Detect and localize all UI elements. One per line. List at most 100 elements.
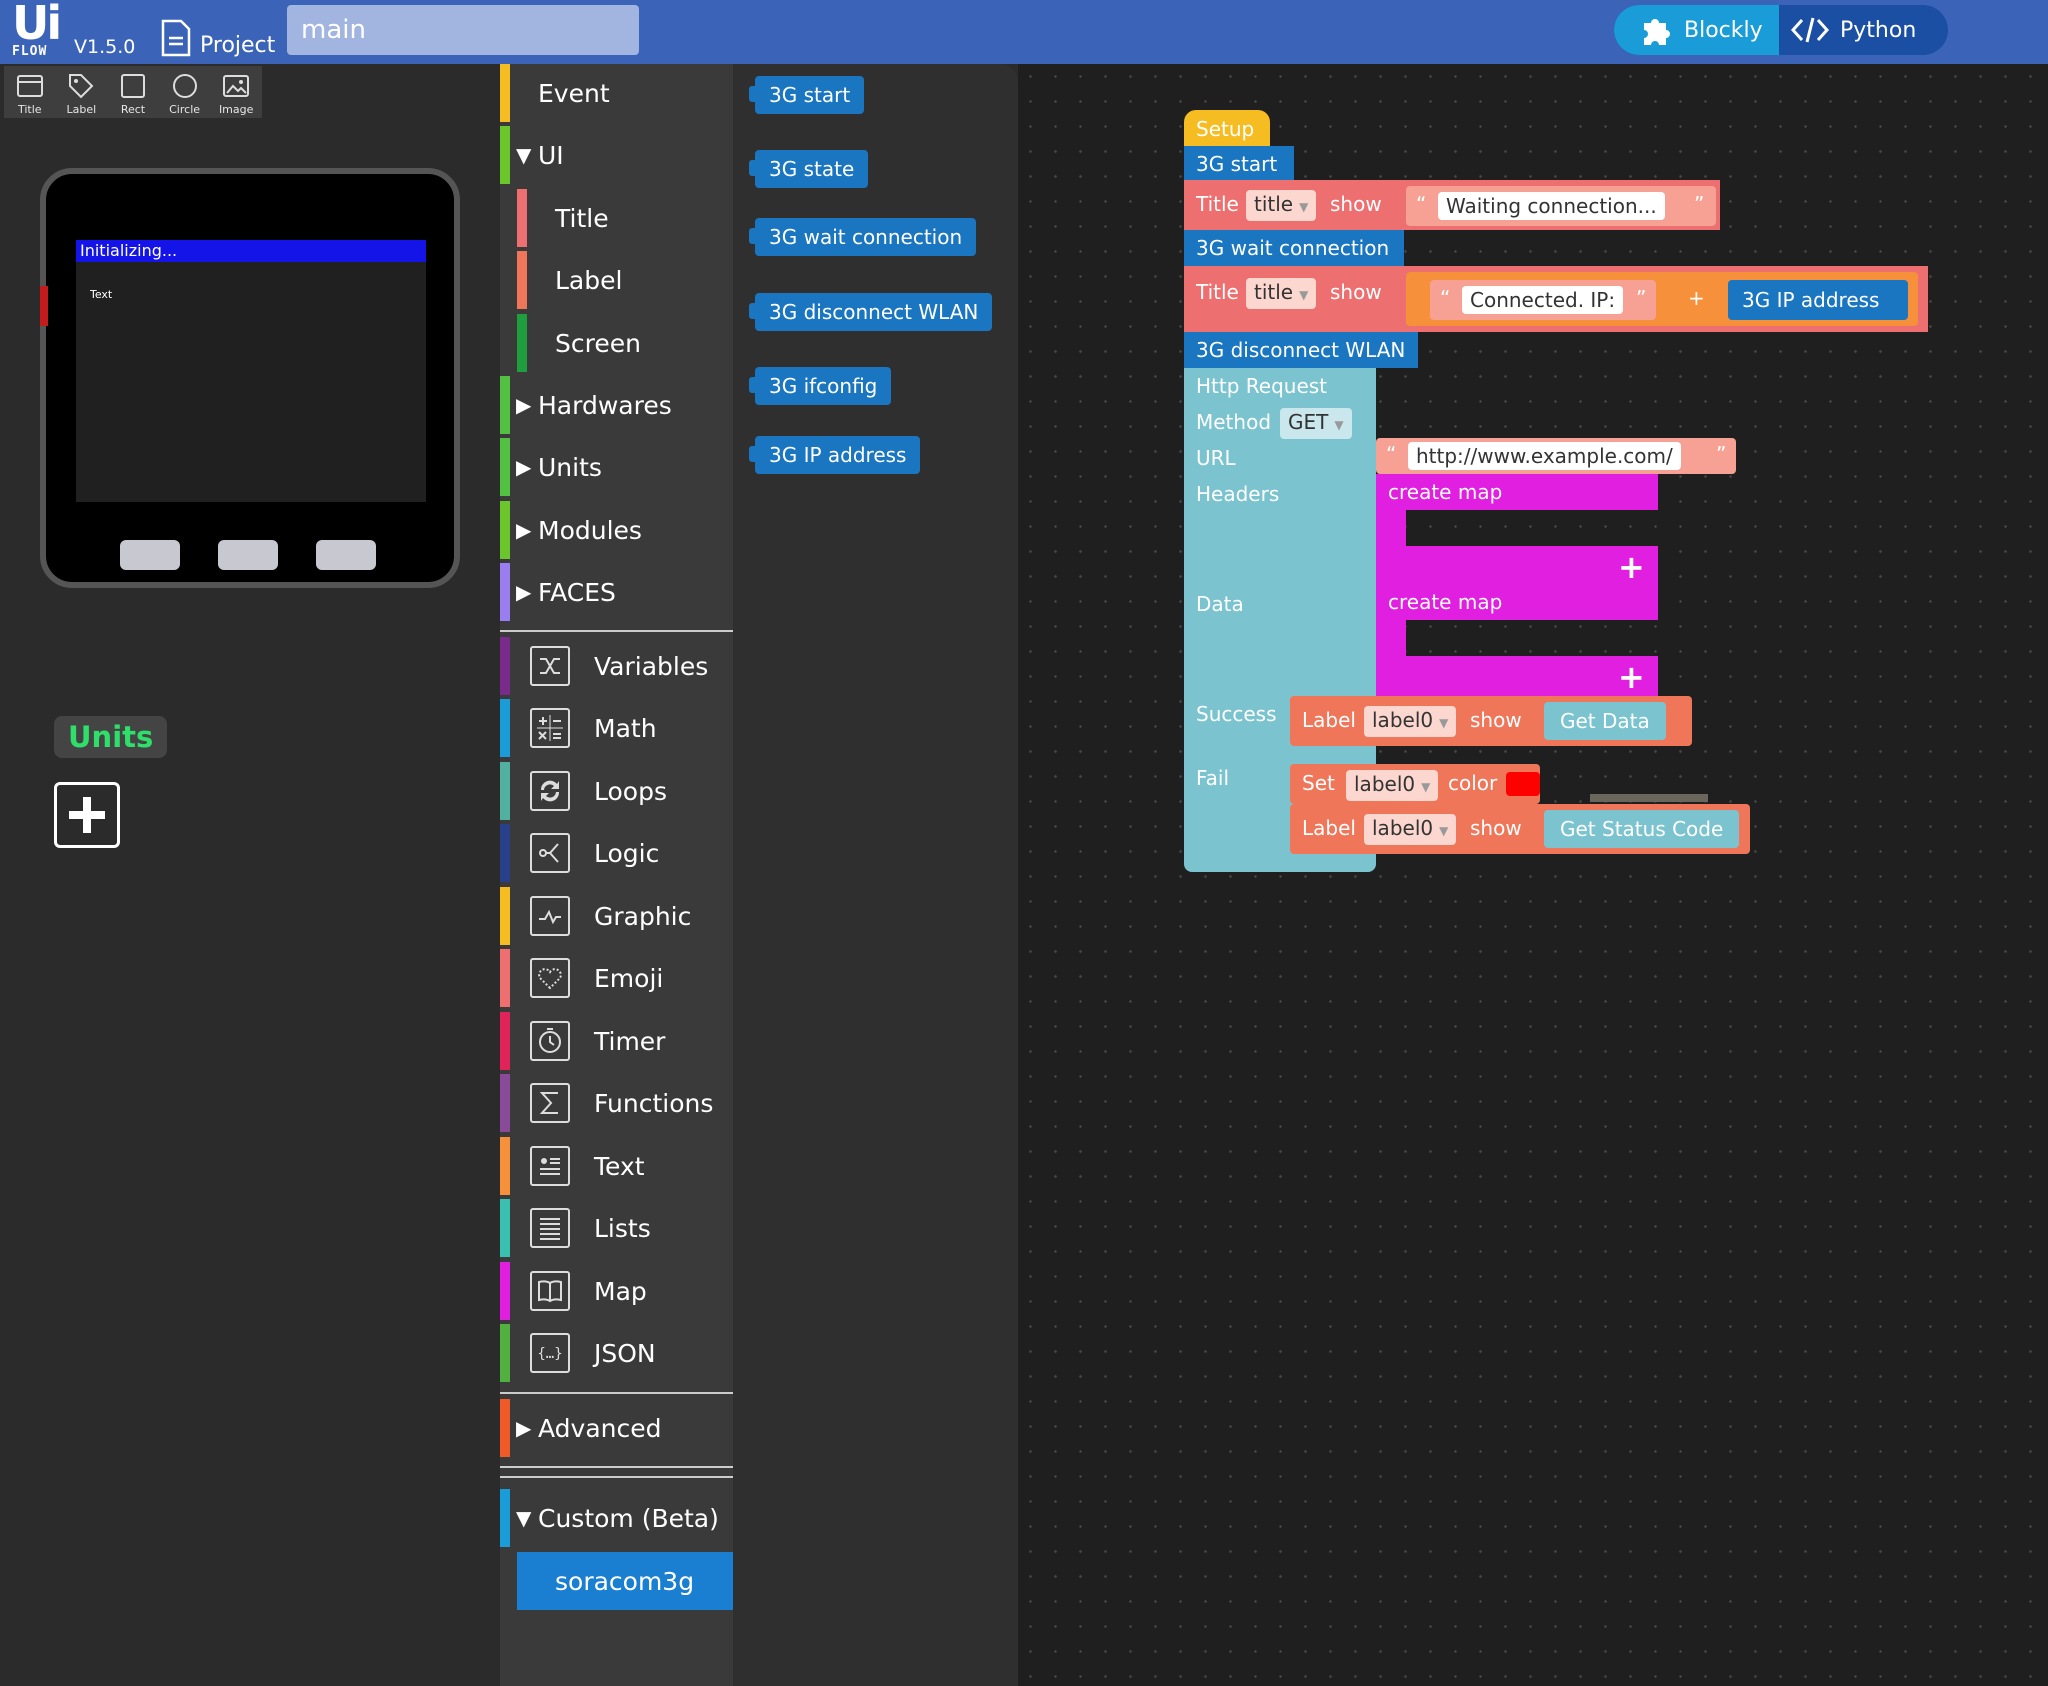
label-var-dropdown[interactable]: label0 ▼ bbox=[1364, 814, 1457, 845]
category-lists[interactable]: Lists bbox=[500, 1199, 733, 1257]
get-status-code-block[interactable]: Get Status Code bbox=[1544, 810, 1740, 848]
widget-title[interactable]: Title bbox=[4, 66, 56, 118]
close-quote-icon: ” bbox=[1636, 286, 1647, 310]
method-dropdown[interactable]: GET ▼ bbox=[1280, 408, 1352, 439]
m5stack-device-preview: Initializing... Text bbox=[40, 168, 460, 588]
category-variables[interactable]: Variables bbox=[500, 637, 733, 695]
sigma-icon bbox=[530, 1083, 570, 1123]
url-field[interactable]: http://www.example.com/ bbox=[1408, 442, 1681, 470]
title-widget-icon bbox=[16, 75, 43, 97]
category-emoji[interactable]: Emoji bbox=[500, 949, 733, 1007]
document-icon bbox=[161, 19, 191, 57]
dropdown-arrow-icon: ▼ bbox=[1439, 716, 1449, 730]
set-label-color-block[interactable]: Set label0 ▼ color bbox=[1290, 764, 1540, 804]
widget-label[interactable]: Label bbox=[56, 66, 108, 118]
string-connected-block[interactable]: “ Connected. IP: ” bbox=[1430, 280, 1656, 320]
open-quote-icon: “ bbox=[1386, 442, 1397, 466]
block-3g-start[interactable]: 3G start bbox=[1184, 146, 1294, 182]
category-hardwares[interactable]: ▶ Hardwares bbox=[500, 376, 733, 434]
waiting-text-field[interactable]: Waiting connection... bbox=[1438, 192, 1665, 220]
string-waiting-block[interactable]: “ Waiting connection... ” bbox=[1406, 186, 1716, 226]
flyout-3g-ip-address[interactable]: 3G IP address bbox=[748, 436, 921, 474]
heart-icon bbox=[530, 958, 570, 998]
category-advanced[interactable]: ▶ Advanced bbox=[500, 1399, 733, 1457]
blockly-workspace[interactable]: Setup 3G start Title title ▼ show “ Waiti… bbox=[1018, 64, 2048, 1686]
units-title: Units bbox=[54, 716, 168, 758]
device-button-a bbox=[120, 540, 180, 570]
add-unit-button[interactable] bbox=[54, 782, 120, 848]
category-separator bbox=[500, 630, 733, 632]
string-url-block[interactable]: “ http://www.example.com/ ” bbox=[1376, 438, 1736, 474]
code-icon bbox=[1790, 17, 1830, 43]
collapsed-caret-icon: ▶ bbox=[516, 393, 532, 417]
label-show-get-data-block[interactable]: Label label0 ▼ show Get Data bbox=[1290, 696, 1692, 746]
category-text[interactable]: Text bbox=[500, 1137, 733, 1195]
category-custom[interactable]: ▼ Custom (Beta) bbox=[500, 1489, 733, 1547]
block-3g-wait-connection[interactable]: 3G wait connection bbox=[1184, 230, 1404, 266]
category-graphic[interactable]: Graphic bbox=[500, 887, 733, 945]
add-entry-plus-icon[interactable]: + bbox=[1618, 548, 1645, 586]
join-plus[interactable]: + bbox=[1688, 286, 1705, 310]
widget-rect[interactable]: Rect bbox=[107, 66, 159, 118]
category-screen[interactable]: Screen bbox=[500, 314, 733, 372]
widget-image[interactable]: Image bbox=[210, 66, 262, 118]
category-math[interactable]: Math bbox=[500, 699, 733, 757]
variables-icon bbox=[530, 646, 570, 686]
category-map[interactable]: Map bbox=[500, 1262, 733, 1320]
block-3g-ip-address[interactable]: 3G IP address bbox=[1728, 280, 1908, 320]
category-label[interactable]: Label bbox=[500, 251, 733, 309]
screen-title[interactable]: Initializing... bbox=[76, 240, 426, 262]
category-functions[interactable]: Functions bbox=[500, 1074, 733, 1132]
category-units[interactable]: ▶ Units bbox=[500, 438, 733, 496]
flyout-3g-start[interactable]: 3G start bbox=[748, 76, 865, 114]
setup-block[interactable]: Setup bbox=[1184, 110, 1270, 148]
title-var-dropdown[interactable]: title ▼ bbox=[1246, 190, 1317, 221]
file-name-input[interactable] bbox=[287, 5, 639, 55]
category-logic[interactable]: Logic bbox=[500, 824, 733, 882]
category-faces[interactable]: ▶ FACES bbox=[500, 563, 733, 621]
widget-circle[interactable]: Circle bbox=[159, 66, 211, 118]
screen-label[interactable]: Text bbox=[90, 288, 112, 301]
collapsed-caret-icon: ▶ bbox=[516, 1416, 532, 1440]
create-map-headers-block[interactable]: create map bbox=[1376, 474, 1658, 510]
category-modules[interactable]: ▶ Modules bbox=[500, 501, 733, 559]
connected-text-field[interactable]: Connected. IP: bbox=[1462, 286, 1624, 314]
widget-toolbar: Title Label Rect Circle Image bbox=[4, 66, 262, 118]
add-entry-plus-icon[interactable]: + bbox=[1618, 658, 1645, 696]
flyout-3g-ifconfig[interactable]: 3G ifconfig bbox=[748, 367, 892, 405]
dropdown-arrow-icon: ▼ bbox=[1421, 780, 1431, 794]
title-var-dropdown[interactable]: title ▼ bbox=[1246, 278, 1317, 309]
flyout-3g-wait-connection[interactable]: 3G wait connection bbox=[748, 218, 977, 256]
device-panel: Title Label Rect Circle Image Initializi… bbox=[0, 64, 500, 1686]
category-separator bbox=[500, 1466, 733, 1468]
blockly-mode-button[interactable]: Blockly bbox=[1614, 5, 1779, 55]
uiflow-logo: Ui FLOW bbox=[12, 0, 62, 59]
create-map-data-block[interactable]: create map bbox=[1376, 584, 1658, 620]
json-icon: {…} bbox=[530, 1333, 570, 1373]
flyout-3g-disconnect-wlan[interactable]: 3G disconnect WLAN bbox=[748, 293, 993, 331]
uiflow-window: { "app": { "logo_text": "Ui", "logo_sub"… bbox=[0, 0, 2048, 1686]
block-category-panel: Event ▼ UI Title Label Screen ▶ Hardware… bbox=[500, 64, 733, 1686]
get-data-block[interactable]: Get Data bbox=[1544, 702, 1666, 740]
label-var-dropdown[interactable]: label0 ▼ bbox=[1364, 706, 1457, 737]
block-3g-disconnect-wlan[interactable]: 3G disconnect WLAN bbox=[1184, 332, 1418, 368]
color-swatch[interactable] bbox=[1506, 772, 1540, 796]
flyout-3g-state[interactable]: 3G state bbox=[748, 150, 869, 188]
python-mode-button[interactable]: Python bbox=[1790, 5, 1916, 55]
label-show-status-block[interactable]: Label label0 ▼ show Get Status Code bbox=[1290, 804, 1750, 854]
category-title[interactable]: Title bbox=[500, 189, 733, 247]
project-button[interactable]: Project bbox=[160, 14, 275, 58]
device-screen[interactable]: Initializing... Text bbox=[76, 240, 426, 502]
book-icon bbox=[530, 1271, 570, 1311]
expanded-caret-icon: ▼ bbox=[516, 143, 532, 167]
category-json[interactable]: {…} JSON bbox=[500, 1324, 733, 1382]
text-icon bbox=[530, 1146, 570, 1186]
category-ui[interactable]: ▼ UI bbox=[500, 126, 733, 184]
category-event[interactable]: Event bbox=[500, 64, 733, 122]
label-var-dropdown[interactable]: label0 ▼ bbox=[1346, 770, 1439, 801]
category-timer[interactable]: Timer bbox=[500, 1012, 733, 1070]
category-loops[interactable]: Loops bbox=[500, 762, 733, 820]
block-flyout: 3G start 3G state 3G wait connection 3G … bbox=[733, 64, 1018, 1686]
category-soracom3g[interactable]: soracom3g bbox=[500, 1552, 733, 1610]
collapsed-caret-icon: ▶ bbox=[516, 580, 532, 604]
